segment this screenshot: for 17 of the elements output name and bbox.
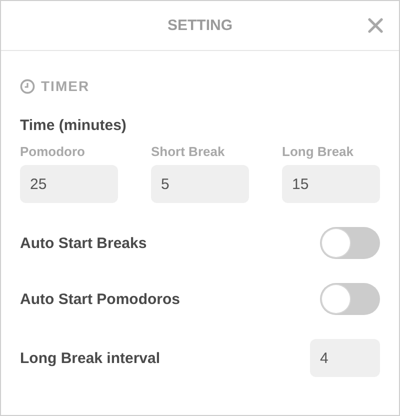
field-label: Long Break	[282, 143, 355, 161]
setting-label: Long Break interval	[20, 350, 160, 366]
setting-label: Auto Start Breaks	[20, 234, 147, 252]
close-icon[interactable]	[368, 18, 383, 33]
time-heading: Time (minutes)	[20, 116, 128, 136]
toggle-switch[interactable]	[320, 227, 380, 259]
clock-icon	[20, 78, 35, 94]
input-field[interactable]: 25	[20, 165, 118, 203]
field-label: Short Break	[151, 143, 226, 161]
toggle-switch[interactable]	[320, 283, 380, 315]
input-field[interactable]: 4	[310, 339, 380, 377]
setting-label: Auto Start Pomodoros	[20, 290, 180, 308]
input-field[interactable]: 5	[151, 165, 249, 203]
dialog-title: SETTING	[167, 17, 232, 34]
section-title: TIMER	[41, 78, 90, 94]
field-label: Pomodoro	[20, 143, 86, 161]
input-field[interactable]: 15	[282, 165, 380, 203]
